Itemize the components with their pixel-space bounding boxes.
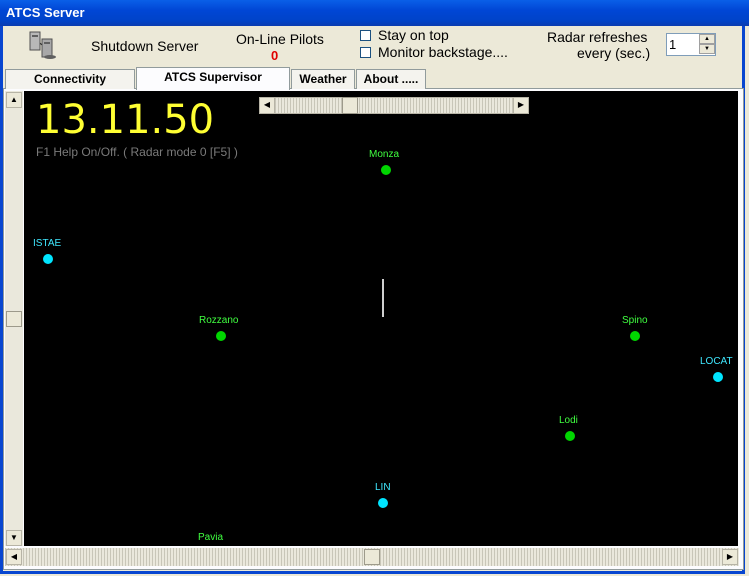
radar-cursor: [382, 279, 384, 317]
zoom-slider-right-button[interactable]: ▶: [513, 97, 529, 114]
fix-label-pavia: Pavia: [198, 532, 224, 543]
fix-label-monza: Monza: [369, 149, 400, 160]
tab-atcs-supervisor[interactable]: ATCS Supervisor: [136, 67, 290, 90]
fix-label-istae: ISTAE: [33, 238, 62, 249]
online-pilots-label: On-Line Pilots: [236, 31, 324, 47]
fix-marker-lin[interactable]: [378, 498, 388, 508]
fix-marker-istae[interactable]: [43, 254, 53, 264]
title-bar[interactable]: ATCS Server: [0, 0, 749, 26]
monitor-backstage-checkbox[interactable]: [360, 47, 371, 58]
fix-marker-spino[interactable]: [630, 331, 640, 341]
tab-connectivity[interactable]: Connectivity: [5, 69, 135, 89]
radar-refresh-label-line2: every (sec.): [577, 45, 651, 61]
fix-label-rozzano: Rozzano: [199, 315, 239, 326]
vertical-scroll-thumb[interactable]: [6, 311, 22, 327]
zoom-slider-left-button[interactable]: ◀: [259, 97, 275, 114]
server-icon[interactable]: [28, 29, 58, 61]
radar-refresh-label-line1: Radar refreshes: [547, 29, 648, 45]
radar-help-text: F1 Help On/Off. ( Radar mode 0 [F5] ): [36, 145, 238, 159]
fix-label-locat: LOCAT: [700, 356, 733, 367]
scroll-down-button[interactable]: ▼: [6, 530, 22, 546]
window-title: ATCS Server: [6, 5, 85, 20]
spinner-up-button[interactable]: ▲: [699, 34, 715, 44]
scroll-right-button[interactable]: ▶: [722, 549, 738, 565]
online-pilots-count: 0: [271, 48, 279, 63]
radar-scope[interactable]: 13.11.50 F1 Help On/Off. ( Radar mode 0 …: [24, 91, 738, 546]
fix-marker-rozzano[interactable]: [216, 331, 226, 341]
monitor-backstage-label[interactable]: Monitor backstage....: [378, 44, 508, 60]
stay-on-top-label[interactable]: Stay on top: [378, 27, 449, 43]
tab-weather[interactable]: Weather: [291, 69, 355, 89]
radar-clock: 13.11.50: [36, 97, 215, 143]
radar-refresh-input[interactable]: [669, 35, 695, 53]
shutdown-server-button[interactable]: Shutdown Server: [91, 38, 198, 54]
fix-marker-monza[interactable]: [381, 165, 391, 175]
tab-about[interactable]: About .....: [356, 69, 426, 89]
fix-marker-lodi[interactable]: [565, 431, 575, 441]
stay-on-top-checkbox[interactable]: [360, 30, 371, 41]
fix-marker-locat[interactable]: [713, 372, 723, 382]
zoom-slider-thumb[interactable]: [342, 97, 358, 114]
fix-label-lin: LIN: [375, 482, 391, 493]
fix-label-spino: Spino: [622, 315, 648, 326]
fix-label-lodi: Lodi: [559, 415, 578, 426]
scroll-left-button[interactable]: ◀: [6, 549, 22, 565]
scroll-up-button[interactable]: ▲: [6, 92, 22, 108]
spinner-down-button[interactable]: ▼: [699, 44, 715, 54]
horizontal-scroll-thumb[interactable]: [364, 549, 380, 565]
zoom-slider-track[interactable]: [259, 97, 529, 114]
